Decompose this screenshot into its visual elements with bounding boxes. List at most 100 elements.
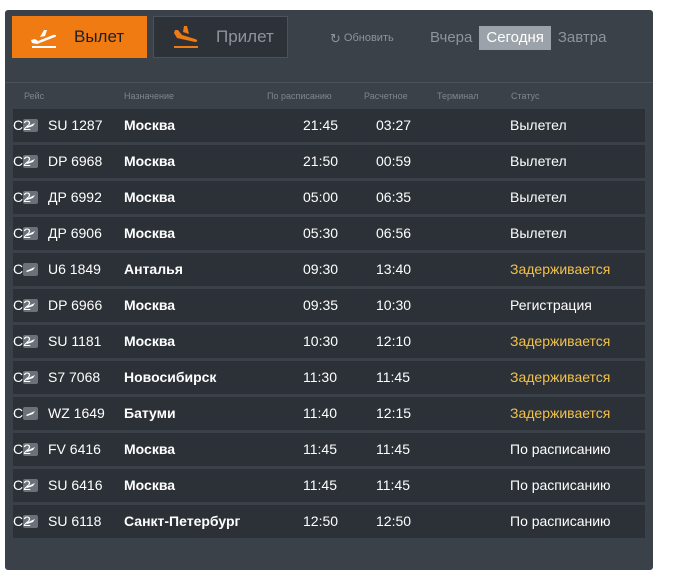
flight-number: DP 6966 <box>48 297 103 313</box>
scheduled-time: 21:50 <box>303 153 339 169</box>
table-row[interactable]: FV 6416 Москва 11:45 11:45 C2 По расписанию <box>13 433 645 466</box>
scheduled-time: 11:40 <box>303 405 337 421</box>
flight-status: Задерживается <box>510 369 611 385</box>
table-row[interactable]: SU 1181 Москва 10:30 12:10 C2 Задерживается <box>13 325 645 358</box>
flight-status: Регистрация <box>510 297 592 313</box>
board-toolbar: Вылет Прилет ↻ Обновить Вчера Сегодня За… <box>5 10 653 72</box>
flight-status: Вылетел <box>510 189 567 205</box>
terminal: C2 <box>13 225 31 241</box>
flight-number: ДР 6992 <box>48 189 102 205</box>
destination: Батуми <box>124 405 176 421</box>
flight-list: SU 1287 Москва 21:45 03:27 C2 Вылетел DP 6968 М… <box>13 109 645 541</box>
estimated-time: 12:15 <box>376 405 412 421</box>
terminal: C <box>13 261 24 277</box>
estimated-time: 13:40 <box>376 261 412 277</box>
terminal: C2 <box>13 117 31 133</box>
table-row[interactable]: DP 6968 Москва 21:50 00:59 C2 Вылетел <box>13 145 645 178</box>
tab-arrival[interactable]: Прилет <box>153 16 288 58</box>
flight-status: Задерживается <box>510 261 611 277</box>
column-header-status: Статус <box>511 91 540 101</box>
destination: Москва <box>124 333 176 349</box>
terminal: C2 <box>13 297 31 313</box>
table-row[interactable]: SU 1287 Москва 21:45 03:27 C2 Вылетел <box>13 109 645 142</box>
estimated-time: 11:45 <box>376 369 410 385</box>
scheduled-time: 05:30 <box>303 225 339 241</box>
refresh-button[interactable]: ↻ Обновить <box>330 30 394 46</box>
refresh-icon: ↻ <box>330 30 341 46</box>
tab-yesterday[interactable]: Вчера <box>423 26 479 50</box>
table-header: Рейс Назначение По расписанию Расчетное … <box>5 82 653 107</box>
flight-status: Вылетел <box>510 225 567 241</box>
tab-today[interactable]: Сегодня <box>479 26 551 50</box>
flight-status: По расписанию <box>510 513 611 529</box>
table-row[interactable]: S7 7068 Новосибирск 11:30 11:45 C2 Задерживае… <box>13 361 645 394</box>
flight-number: SU 1287 <box>48 117 103 133</box>
terminal: C2 <box>13 369 31 385</box>
column-header-scheduled: По расписанию <box>267 91 332 101</box>
tab-departure[interactable]: Вылет <box>12 16 147 58</box>
tab-arrival-label: Прилет <box>216 27 274 46</box>
destination: Москва <box>124 117 176 133</box>
terminal: C2 <box>13 441 31 457</box>
destination: Москва <box>124 297 176 313</box>
scheduled-time: 12:50 <box>303 513 339 529</box>
table-row[interactable]: DP 6966 Москва 09:35 10:30 C2 Регистрация <box>13 289 645 322</box>
estimated-time: 06:56 <box>376 225 412 241</box>
plane-landing-icon <box>166 23 206 51</box>
flight-number: U6 1849 <box>48 261 101 277</box>
terminal: C2 <box>13 513 31 529</box>
destination: Москва <box>124 441 176 457</box>
plane-takeoff-icon <box>24 23 64 51</box>
flight-number: S7 7068 <box>48 369 101 385</box>
estimated-time: 03:27 <box>376 117 412 133</box>
column-header-estimated: Расчетное <box>364 91 408 101</box>
scheduled-time: 21:45 <box>303 117 339 133</box>
estimated-time: 11:45 <box>376 441 410 457</box>
scheduled-time: 09:30 <box>303 261 339 277</box>
column-header-terminal: Терминал <box>437 91 479 101</box>
tab-tomorrow[interactable]: Завтра <box>551 26 614 50</box>
table-row[interactable]: WZ 1649 Батуми 11:40 12:15 C Задерживается <box>13 397 645 430</box>
table-row[interactable]: SU 6118 Санкт-Петербург 12:50 12:50 C2 По рас… <box>13 505 645 538</box>
flight-number: DP 6968 <box>48 153 103 169</box>
column-header-destination: Назначение <box>124 91 175 101</box>
destination: Санкт-Петербург <box>124 513 241 529</box>
table-row[interactable]: SU 6416 Москва 11:45 11:45 C2 По расписанию <box>13 469 645 502</box>
flight-status: Задерживается <box>510 405 611 421</box>
scheduled-time: 10:30 <box>303 333 339 349</box>
flight-status: По расписанию <box>510 441 611 457</box>
table-row[interactable]: ДР 6992 Москва 05:00 06:35 C2 Вылетел <box>13 181 645 214</box>
flight-status: По расписанию <box>510 477 611 493</box>
table-row[interactable]: ДР 6906 Москва 05:30 06:56 C2 Вылетел <box>13 217 645 250</box>
flight-number: SU 6118 <box>48 513 102 529</box>
terminal: C <box>13 405 24 421</box>
flight-status: Вылетел <box>510 117 567 133</box>
scheduled-time: 11:45 <box>303 477 337 493</box>
destination: Москва <box>124 225 176 241</box>
flight-number: WZ 1649 <box>48 405 105 421</box>
estimated-time: 12:10 <box>376 333 412 349</box>
scheduled-time: 09:35 <box>303 297 339 313</box>
flight-board: Вылет Прилет ↻ Обновить Вчера Сегодня За… <box>5 10 653 570</box>
terminal: C2 <box>13 477 31 493</box>
estimated-time: 12:50 <box>376 513 412 529</box>
flight-number: ДР 6906 <box>48 225 102 241</box>
flight-number: SU 6416 <box>48 477 103 493</box>
scheduled-time: 11:30 <box>303 369 337 385</box>
destination: Москва <box>124 153 176 169</box>
day-tabs: Вчера Сегодня Завтра <box>423 26 613 50</box>
airline-logo-icon <box>23 263 38 276</box>
terminal: C2 <box>13 153 31 169</box>
table-row[interactable]: U6 1849 Анталья 09:30 13:40 C Задерживается <box>13 253 645 286</box>
flight-status: Вылетел <box>510 153 567 169</box>
destination: Новосибирск <box>124 369 217 385</box>
flight-status: Задерживается <box>510 333 611 349</box>
refresh-label: Обновить <box>343 32 394 44</box>
destination: Москва <box>124 477 176 493</box>
estimated-time: 10:30 <box>376 297 412 313</box>
estimated-time: 06:35 <box>376 189 412 205</box>
scheduled-time: 05:00 <box>303 189 339 205</box>
estimated-time: 00:59 <box>376 153 412 169</box>
flight-number: SU 1181 <box>48 333 102 349</box>
column-header-flight: Рейс <box>24 91 45 101</box>
